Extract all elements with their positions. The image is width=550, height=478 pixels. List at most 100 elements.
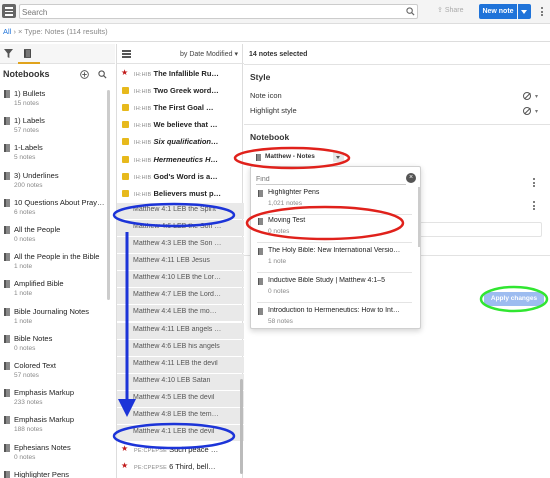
result-count: (114 results) [66,27,108,36]
no-highlight-icon[interactable] [523,107,531,115]
sidebar-notebook-item[interactable]: 1-Labels 5 notes [0,142,110,169]
add-notebook-icon[interactable] [80,70,89,79]
find-notebook-input[interactable] [256,174,406,185]
note-row[interactable]: IH:HIB We believe that … [117,117,244,133]
note-row[interactable]: Matthew 4:6 LEB his angels [117,339,244,356]
note-excerpt: Satan [192,376,211,384]
sidebar-notebook-item[interactable]: Bible Journaling Notes 1 note [0,306,110,333]
sidebar-notebook-item[interactable]: All the People in the Bible 1 note [0,251,110,278]
note-row[interactable]: Matthew 4:7 LEB the Lord… [117,288,244,305]
sidebar-notebook-item[interactable]: 1) Bullets 15 notes [0,88,110,115]
dropdown-scrollbar[interactable] [418,187,420,247]
note-row[interactable]: Matthew 4:11 LEB angels … [117,322,244,339]
breadcrumb-all-link[interactable]: All [3,27,11,36]
note-row[interactable]: IH:HIB Hermeneutics H… [117,152,244,168]
sidebar-notebook-item[interactable]: Ephesians Notes 0 notes [0,442,110,469]
sidebar-notebook-item[interactable]: Emphasis Markup 233 notes [0,387,110,414]
note-row[interactable]: IH:HIB Six qualification… [117,134,244,150]
dropdown-notebook-option[interactable]: The Holy Bible: New International Versio… [251,245,417,273]
option-title: The Holy Bible: New International Versio… [268,247,401,254]
new-note-button[interactable]: New note [479,4,517,19]
sidebar-scrollbar[interactable] [107,90,110,300]
note-icon-label: Note icon [250,91,282,100]
dropdown-notebook-option[interactable]: Introduction to Hermeneutics: How to Int… [251,305,417,328]
top-toolbar: ⇪ Share New note [0,0,550,24]
filter-icon[interactable] [4,49,13,58]
no-note-icon[interactable] [523,92,531,100]
note-row[interactable]: Matthew 4:11 LEB the devil [117,356,244,373]
sidebar-notebook-item[interactable]: Colored Text 57 notes [0,360,110,387]
note-excerpt: the Son … [188,240,222,247]
note-row[interactable]: Matthew 4:10 LEB Satan [117,373,244,390]
more-options-icon[interactable] [541,7,544,17]
note-text: IH:HIB Believers must p… [134,189,242,198]
sidebar-notebook-item[interactable]: 1) Labels 57 notes [0,115,110,142]
apply-changes-button[interactable]: Apply changes [484,292,544,306]
search-box[interactable] [19,4,418,19]
note-row[interactable]: ★ PE:CPEPSE Such peace … [117,442,244,458]
breadcrumb: All › × Type: Notes (114 results) [3,27,108,36]
note-row[interactable]: Matthew 4:10 LEB the Lor… [117,271,244,288]
sidebar-notebook-item[interactable]: 3) Underlines 200 notes [0,170,110,197]
sidebar-notebook-item[interactable]: Highlighter Pens [0,469,110,478]
note-row[interactable]: Matthew 4:4 LEB the mo… [117,305,244,322]
note-text: Matthew 4:6 LEB his angels [133,343,241,350]
search-input[interactable] [22,6,402,18]
option-note-count: 0 notes [268,228,290,235]
dropdown-notebook-option[interactable]: Inductive Bible Study | Matthew 4:1–5 0 n… [251,275,417,303]
note-text: Matthew 4:11 LEB angels … [133,326,241,333]
note-reference: Matthew 4:10 LEB [133,376,191,384]
note-row[interactable]: IH:HIB God's Word is a… [117,169,244,185]
note-row[interactable]: IH:HIB Believers must p… [117,186,244,202]
sidebar-notebook-item[interactable]: 10 Questions About Praye… 6 notes [0,197,110,224]
note-excerpt: the mo… [188,308,217,316]
sidebar-notebook-item[interactable]: Amplified Bible 1 note [0,278,110,305]
note-row[interactable]: Matthew 4:8 LEB the tem… [117,408,244,424]
option-title: Introduction to Hermeneutics: How to Int… [268,307,400,314]
tag-input[interactable] [414,222,542,237]
notebook-title: Emphasis Markup [14,415,75,425]
dropdown-notebook-option[interactable]: Moving Test 0 notes [251,215,417,243]
note-excerpt: the devil [188,393,215,401]
notebook-note-count: 6 notes [14,208,36,216]
search-icon[interactable] [406,7,415,16]
note-row[interactable]: Matthew 4:11 LEB Jesus [117,254,244,271]
sidebar-notebook-item[interactable]: Bible Notes 0 notes [0,333,110,360]
dropdown-notebook-option[interactable]: Highlighter Pens 1,021 notes [251,187,417,215]
note-icon [122,87,129,95]
chevron-down-icon[interactable] [333,152,344,162]
more-options-icon[interactable] [533,201,536,211]
list-view-icon[interactable] [122,50,131,58]
note-row[interactable]: IH:HIB The First Goal … [117,100,244,116]
sidebar-notebook-item[interactable]: All the People 0 notes [0,224,110,251]
share-button[interactable]: ⇪ Share [437,6,464,14]
note-row[interactable]: Matthew 4:1 LEB the devil [117,425,244,442]
notebook-icon [4,253,10,262]
filter-chip[interactable]: × Type: Notes [18,27,64,36]
notes-scrollbar[interactable] [240,379,243,474]
menu-icon[interactable] [2,4,16,18]
notebooks-tab[interactable] [18,44,40,64]
note-icon [122,138,129,146]
sort-dropdown[interactable]: by Date Modified ▾ [180,50,238,58]
chevron-down-icon[interactable]: ▾ [535,108,538,115]
note-row[interactable]: Matthew 4:5 LEB the devil [117,390,244,407]
note-row[interactable]: Matthew 4:1 LEB the Spirit [117,202,244,219]
notebook-icon [258,278,263,285]
more-options-icon[interactable] [533,178,536,188]
clear-icon[interactable]: × [406,173,416,183]
sidebar-notebook-item[interactable]: Emphasis Markup 188 notes [0,414,110,441]
note-icon [122,189,129,197]
note-row[interactable]: ★ IH:HIB The Infallible Ru… [117,66,244,82]
note-row[interactable]: Matthew 4:3 LEB the Son … [117,237,244,253]
notebook-icon [4,226,10,234]
notebook-note-count: 15 notes [14,100,39,107]
note-excerpt: angels … [191,325,222,333]
chevron-down-icon[interactable]: ▾ [535,93,538,100]
star-icon: ★ [121,68,129,77]
search-notebooks-icon[interactable] [98,70,107,79]
note-row[interactable]: Matthew 4:6 LEB the Son … [117,219,244,236]
note-row[interactable]: IH:HIB Two Greek word… [117,83,244,99]
new-note-dropdown-button[interactable] [518,4,531,19]
note-row[interactable]: ★ PE:CPEPSE 6 Third, bell… [117,459,244,475]
